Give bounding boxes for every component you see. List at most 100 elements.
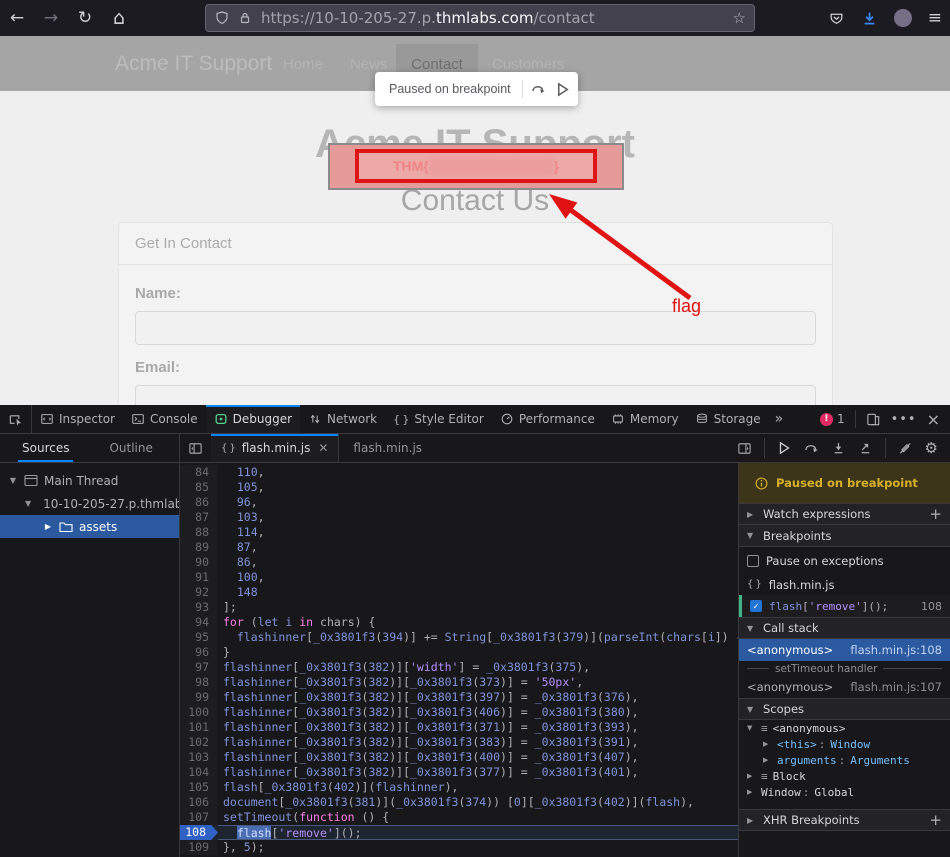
code-line[interactable]: 104flashinner[_0x3801f3(382)][_0x3801f3(… <box>180 765 738 780</box>
code-line[interactable]: 87 103, <box>180 510 738 525</box>
meatball-menu-icon[interactable]: ••• <box>891 412 917 427</box>
source-tab-flash-min-js[interactable]: { } flash.min.js ✕ <box>211 434 339 462</box>
tab-style-editor[interactable]: { } Style Editor <box>385 405 492 433</box>
nav-home[interactable]: Home <box>283 56 323 73</box>
scope-row[interactable]: ▶≡Block <box>739 768 950 784</box>
code-line[interactable]: 89 87, <box>180 540 738 555</box>
chevron-down-icon[interactable]: ▼ <box>8 476 18 485</box>
gutter-line-number[interactable]: 105 <box>180 780 218 795</box>
code-line[interactable]: 101flashinner[_0x3801f3(382)][_0x3801f3(… <box>180 720 738 735</box>
step-out-button[interactable] <box>858 441 873 456</box>
step-over-button[interactable] <box>803 440 819 456</box>
code-line[interactable]: 105flash[_0x3801f3(402)](flashinner), <box>180 780 738 795</box>
hamburger-menu-icon[interactable]: ≡ <box>928 8 942 28</box>
gutter-line-number[interactable]: 90 <box>180 555 218 570</box>
forward-icon[interactable]: → <box>34 8 68 28</box>
call-stack-frame[interactable]: <anonymous>flash.min.js:108 <box>739 639 950 661</box>
code-line[interactable]: 95 flashinner[_0x3801f3(394)] += String[… <box>180 630 738 645</box>
resume-button[interactable] <box>777 441 791 455</box>
gutter-line-number[interactable]: 95 <box>180 630 218 645</box>
scopes-header[interactable]: ▼ Scopes <box>739 698 950 720</box>
code-line[interactable]: 86 96, <box>180 495 738 510</box>
tree-folder-assets[interactable]: ▶ assets <box>0 515 179 538</box>
code-line[interactable]: 90 86, <box>180 555 738 570</box>
frame-location[interactable]: flash.min.js:107 <box>850 680 942 694</box>
tab-debugger[interactable]: Debugger <box>206 405 300 433</box>
chevron-down-icon[interactable]: ▼ <box>25 499 31 508</box>
gutter-line-number[interactable]: 98 <box>180 675 218 690</box>
gutter-line-number[interactable]: 107 <box>180 810 218 825</box>
debugger-settings-icon[interactable]: ⚙ <box>925 439 938 457</box>
pause-on-exceptions-row[interactable]: Pause on exceptions <box>739 547 950 574</box>
chevron-right-icon[interactable]: ▶ <box>763 740 772 748</box>
step-over-icon[interactable] <box>530 81 546 97</box>
pocket-icon[interactable] <box>828 10 845 27</box>
gutter-line-number[interactable]: 93 <box>180 600 218 615</box>
breakpoint-row[interactable]: ✓ flash['remove'](); 108 <box>739 595 950 617</box>
gutter-line-number[interactable]: 101 <box>180 720 218 735</box>
collapse-panel-icon[interactable] <box>180 434 211 462</box>
ignore-source-icon[interactable] <box>898 441 913 456</box>
call-stack-frame[interactable]: <anonymous>flash.min.js:107 <box>739 676 950 698</box>
bookmark-star-icon[interactable]: ☆ <box>733 9 746 27</box>
pick-element-button[interactable] <box>0 405 32 433</box>
code-line[interactable]: 106document[_0x3801f3(381)](_0x3801f3(37… <box>180 795 738 810</box>
close-devtools-icon[interactable]: × <box>927 410 940 429</box>
code-line[interactable]: 100flashinner[_0x3801f3(382)][_0x3801f3(… <box>180 705 738 720</box>
gutter-line-number[interactable]: 86 <box>180 495 218 510</box>
code-line[interactable]: 94for (let i in chars) { <box>180 615 738 630</box>
code-line[interactable]: 109}, 5); <box>180 840 738 855</box>
code-line[interactable]: 97flashinner[_0x3801f3(382)]['width'] = … <box>180 660 738 675</box>
scope-row[interactable]: ▼≡<anonymous> <box>739 720 950 736</box>
code-line[interactable]: 88 114, <box>180 525 738 540</box>
back-icon[interactable]: ← <box>0 8 34 28</box>
gutter-line-number[interactable]: 94 <box>180 615 218 630</box>
gutter-line-number[interactable]: 88 <box>180 525 218 540</box>
gutter-line-number[interactable]: 100 <box>180 705 218 720</box>
gutter-line-number[interactable]: 89 <box>180 540 218 555</box>
scope-row[interactable]: ▶<this>:Window <box>739 736 950 752</box>
url-text[interactable]: https://10-10-205-27.p.thmlabs.com/conta… <box>261 9 727 27</box>
code-line[interactable]: 85 105, <box>180 480 738 495</box>
download-icon[interactable] <box>861 10 878 27</box>
lock-icon[interactable] <box>237 10 253 26</box>
xhr-breakpoints-header[interactable]: ▶ XHR Breakpoints + <box>739 809 950 831</box>
breakpoint-checkbox[interactable]: ✓ <box>750 600 762 612</box>
gutter-line-number[interactable]: 103 <box>180 750 218 765</box>
gutter-line-number[interactable]: 106 <box>180 795 218 810</box>
name-field[interactable] <box>135 311 816 345</box>
tracking-shield-icon[interactable] <box>214 10 230 26</box>
breakpoints-header[interactable]: ▼ Breakpoints <box>739 525 950 547</box>
code-line[interactable]: 107setTimeout(function () { <box>180 810 738 825</box>
call-stack-header[interactable]: ▼ Call stack <box>739 617 950 639</box>
home-icon[interactable]: ⌂ <box>102 7 136 29</box>
chevron-right-icon[interactable]: ▶ <box>747 788 756 796</box>
pause-exceptions-checkbox[interactable] <box>747 555 759 567</box>
tree-main-thread[interactable]: ▼ Main Thread <box>0 469 179 492</box>
chevron-right-icon[interactable]: ▶ <box>763 756 772 764</box>
code-line-paused[interactable]: 108 flash['remove'](); <box>180 825 738 840</box>
tab-network[interactable]: Network <box>300 405 385 433</box>
code-line[interactable]: 99flashinner[_0x3801f3(382)][_0x3801f3(3… <box>180 690 738 705</box>
gutter-line-number[interactable]: 97 <box>180 660 218 675</box>
tab-memory[interactable]: Memory <box>603 405 687 433</box>
email-field[interactable] <box>135 385 816 405</box>
code-line[interactable]: 98flashinner[_0x3801f3(382)][_0x3801f3(3… <box>180 675 738 690</box>
tab-console[interactable]: Console <box>123 405 206 433</box>
nav-news[interactable]: News <box>350 56 388 73</box>
scope-row[interactable]: ▶Window:Global <box>739 784 950 800</box>
chevron-down-icon[interactable]: ▼ <box>747 724 756 732</box>
gutter-line-number[interactable]: 91 <box>180 570 218 585</box>
tab-storage[interactable]: Storage <box>687 405 769 433</box>
reload-icon[interactable]: ↻ <box>68 8 102 28</box>
code-line[interactable]: 102flashinner[_0x3801f3(382)][_0x3801f3(… <box>180 735 738 750</box>
scope-row[interactable]: ▶arguments:Arguments <box>739 752 950 768</box>
tree-domain[interactable]: ▼ 10-10-205-27.p.thmlabs. <box>0 492 179 515</box>
tab-outline[interactable]: Outline <box>109 434 152 462</box>
code-editor[interactable]: 84 110,85 105,86 96,87 103,88 114,89 87,… <box>180 463 738 857</box>
code-line[interactable]: 91 100, <box>180 570 738 585</box>
code-line[interactable]: 93]; <box>180 600 738 615</box>
gutter-line-number[interactable]: 109 <box>180 840 218 855</box>
tab-performance[interactable]: Performance <box>492 405 603 433</box>
code-line[interactable]: 92 148 <box>180 585 738 600</box>
